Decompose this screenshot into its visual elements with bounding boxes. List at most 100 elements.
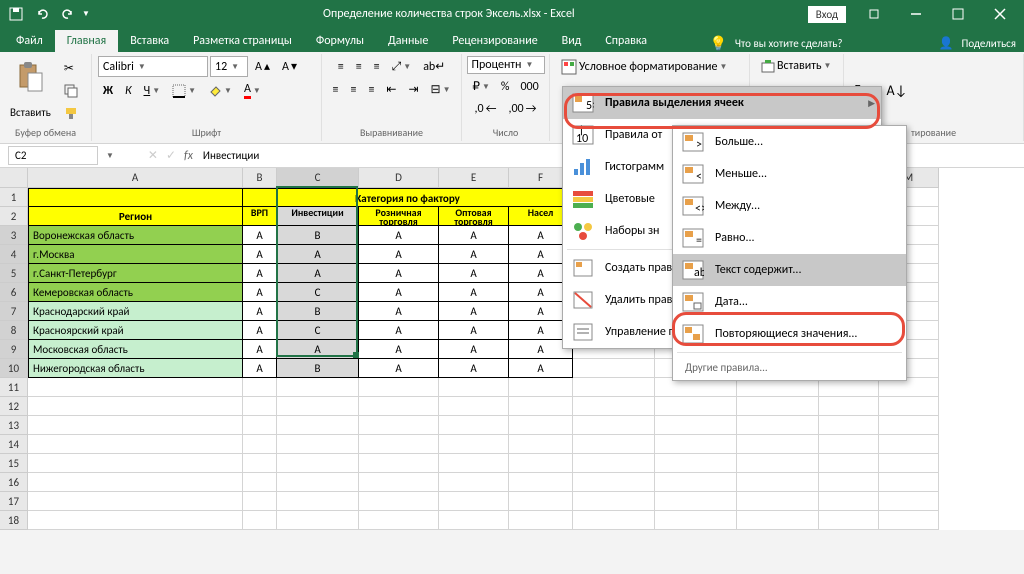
cell[interactable] (28, 435, 243, 454)
cell[interactable] (359, 473, 439, 492)
wrap-text-button[interactable]: ab↵ (418, 56, 450, 77)
cell[interactable] (439, 378, 509, 397)
row-header-9[interactable]: 9 (0, 340, 28, 359)
fill-color-button[interactable]: ▼ (203, 79, 237, 102)
val-5-2[interactable]: A (359, 321, 439, 340)
val-1-3[interactable]: A (439, 245, 509, 264)
cell[interactable] (243, 435, 277, 454)
currency-button[interactable]: ₽▼ (467, 76, 495, 97)
header-0[interactable]: ВРП (243, 207, 277, 226)
cell[interactable] (28, 473, 243, 492)
cell[interactable] (277, 473, 359, 492)
align-right-button[interactable]: ≡ (363, 79, 379, 100)
cell[interactable] (28, 492, 243, 511)
region-3[interactable]: Кемеровская область (28, 283, 243, 302)
tab-data[interactable]: Данные (376, 30, 440, 52)
cell[interactable] (243, 397, 277, 416)
cell[interactable] (509, 492, 573, 511)
cell[interactable] (359, 378, 439, 397)
cell[interactable] (573, 397, 655, 416)
cell[interactable] (243, 378, 277, 397)
italic-button[interactable]: К (120, 79, 137, 102)
submenu-item-1[interactable]: <Меньше... (673, 158, 906, 190)
cell[interactable] (28, 511, 243, 530)
val-2-0[interactable]: A (243, 264, 277, 283)
cell[interactable] (28, 397, 243, 416)
submenu-item-0[interactable]: >Больше... (673, 126, 906, 158)
align-middle-button[interactable]: ≡ (351, 56, 367, 77)
row-header-7[interactable]: 7 (0, 302, 28, 321)
qat-dropdown-icon[interactable]: ▼ (82, 9, 90, 19)
val-0-1[interactable]: B (277, 226, 359, 245)
border-button[interactable]: ▼ (167, 79, 201, 102)
cell[interactable] (737, 397, 819, 416)
cell[interactable] (439, 435, 509, 454)
cell[interactable] (879, 454, 939, 473)
cell[interactable] (359, 492, 439, 511)
cell[interactable] (439, 492, 509, 511)
cell[interactable] (277, 397, 359, 416)
region-6[interactable]: Московская область (28, 340, 243, 359)
cell[interactable] (737, 473, 819, 492)
cell[interactable] (737, 492, 819, 511)
cell[interactable] (655, 492, 737, 511)
cell[interactable] (819, 511, 879, 530)
cell[interactable] (243, 454, 277, 473)
cell[interactable] (819, 473, 879, 492)
val-7-2[interactable]: A (359, 359, 439, 378)
col-header-B[interactable]: B (243, 168, 277, 188)
cell[interactable] (243, 473, 277, 492)
cell[interactable] (819, 492, 879, 511)
tab-file[interactable]: Файл (4, 30, 55, 52)
region-0[interactable]: Воронежская область (28, 226, 243, 245)
val-1-0[interactable]: A (243, 245, 277, 264)
cancel-icon[interactable]: ✕ (144, 148, 162, 163)
col-header-E[interactable]: E (439, 168, 509, 188)
decrease-font-button[interactable]: A▾ (277, 56, 302, 77)
fx-icon[interactable]: fx (180, 149, 197, 163)
header-region[interactable]: Регион (28, 207, 243, 226)
increase-decimal-button[interactable]: ,0← (470, 99, 502, 119)
cell[interactable] (509, 454, 573, 473)
cell[interactable] (655, 435, 737, 454)
cell[interactable] (509, 511, 573, 530)
cell[interactable] (509, 378, 573, 397)
region-2[interactable]: г.Санкт-Петербург (28, 264, 243, 283)
cell[interactable] (573, 454, 655, 473)
enter-icon[interactable]: ✓ (162, 148, 180, 163)
bold-button[interactable]: Ж (98, 79, 118, 102)
val-0-0[interactable]: A (243, 226, 277, 245)
number-format-selector[interactable]: Процентн▼ (467, 56, 545, 74)
cell[interactable] (573, 416, 655, 435)
submenu-item-6[interactable]: Повторяющиеся значения... (673, 318, 906, 350)
ribbon-options-icon[interactable] (854, 0, 894, 28)
tab-layout[interactable]: Разметка страницы (181, 30, 304, 52)
cell[interactable] (28, 416, 243, 435)
val-3-3[interactable]: A (439, 283, 509, 302)
cell[interactable] (655, 416, 737, 435)
val-3-1[interactable]: C (277, 283, 359, 302)
tab-formulas[interactable]: Формулы (304, 30, 376, 52)
header-3[interactable]: Оптовая торговля (439, 207, 509, 226)
cell[interactable] (359, 511, 439, 530)
decrease-decimal-button[interactable]: ,00→ (503, 99, 541, 119)
cell[interactable] (509, 416, 573, 435)
row-header-4[interactable]: 4 (0, 245, 28, 264)
cell[interactable] (879, 511, 939, 530)
cell[interactable] (243, 511, 277, 530)
paste-button[interactable]: Вставить (6, 57, 55, 123)
val-6-1[interactable]: A (277, 340, 359, 359)
row-header-18[interactable]: 18 (0, 511, 28, 530)
header-1[interactable]: Инвестиции (277, 207, 359, 226)
row-header-2[interactable]: 2 (0, 207, 28, 226)
val-7-3[interactable]: A (439, 359, 509, 378)
undo-icon[interactable] (30, 2, 54, 26)
cell[interactable] (737, 435, 819, 454)
val-1-1[interactable]: A (277, 245, 359, 264)
cell[interactable] (737, 454, 819, 473)
cell[interactable] (737, 416, 819, 435)
submenu-item-3[interactable]: =Равно... (673, 222, 906, 254)
region-5[interactable]: Красноярский край (28, 321, 243, 340)
cell[interactable] (28, 454, 243, 473)
format-painter-button[interactable] (59, 103, 83, 123)
